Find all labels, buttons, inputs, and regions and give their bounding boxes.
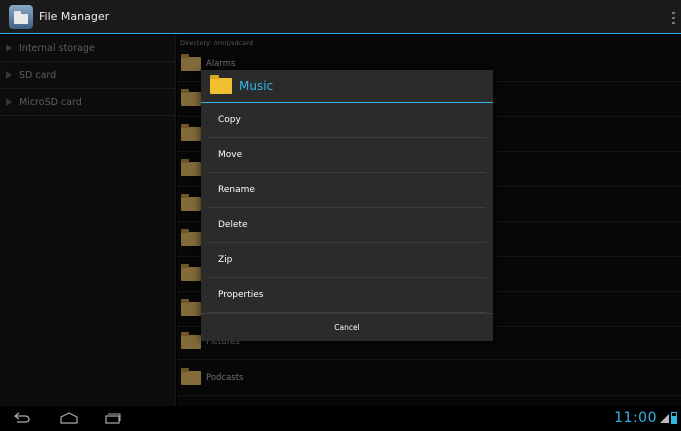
dialog-title: Music	[239, 79, 274, 93]
menu-item-label: Delete	[218, 220, 248, 230]
signal-icon	[660, 414, 669, 423]
action-bar: File Manager	[0, 0, 681, 34]
menu-item-move[interactable]: Move	[208, 138, 486, 173]
dialog-header: Music	[201, 70, 493, 103]
menu-item-label: Rename	[218, 185, 255, 195]
folder-icon	[210, 75, 232, 94]
context-menu-dialog: Music Copy Move Rename Delete Zip Proper…	[201, 70, 493, 341]
menu-item-label: Move	[218, 150, 243, 160]
clock: 11:00	[614, 410, 657, 426]
app-title: File Manager	[39, 10, 110, 23]
overflow-menu-icon[interactable]	[672, 12, 675, 24]
menu-item-rename[interactable]: Rename	[208, 173, 486, 208]
menu-item-zip[interactable]: Zip	[208, 243, 486, 278]
menu-item-properties[interactable]: Properties	[208, 278, 486, 313]
menu-item-copy[interactable]: Copy	[208, 103, 486, 138]
navigation-bar: 11:00	[0, 406, 681, 431]
menu-item-label: Properties	[218, 290, 264, 300]
recent-apps-icon[interactable]	[105, 412, 121, 424]
home-icon[interactable]	[59, 412, 79, 424]
battery-icon	[671, 412, 677, 424]
file-manager-icon[interactable]	[9, 4, 33, 29]
menu-item-delete[interactable]: Delete	[208, 208, 486, 243]
menu-item-label: Copy	[218, 115, 241, 125]
menu-item-label: Zip	[218, 255, 233, 265]
back-icon[interactable]	[14, 412, 30, 423]
cancel-button[interactable]: Cancel	[201, 313, 493, 341]
